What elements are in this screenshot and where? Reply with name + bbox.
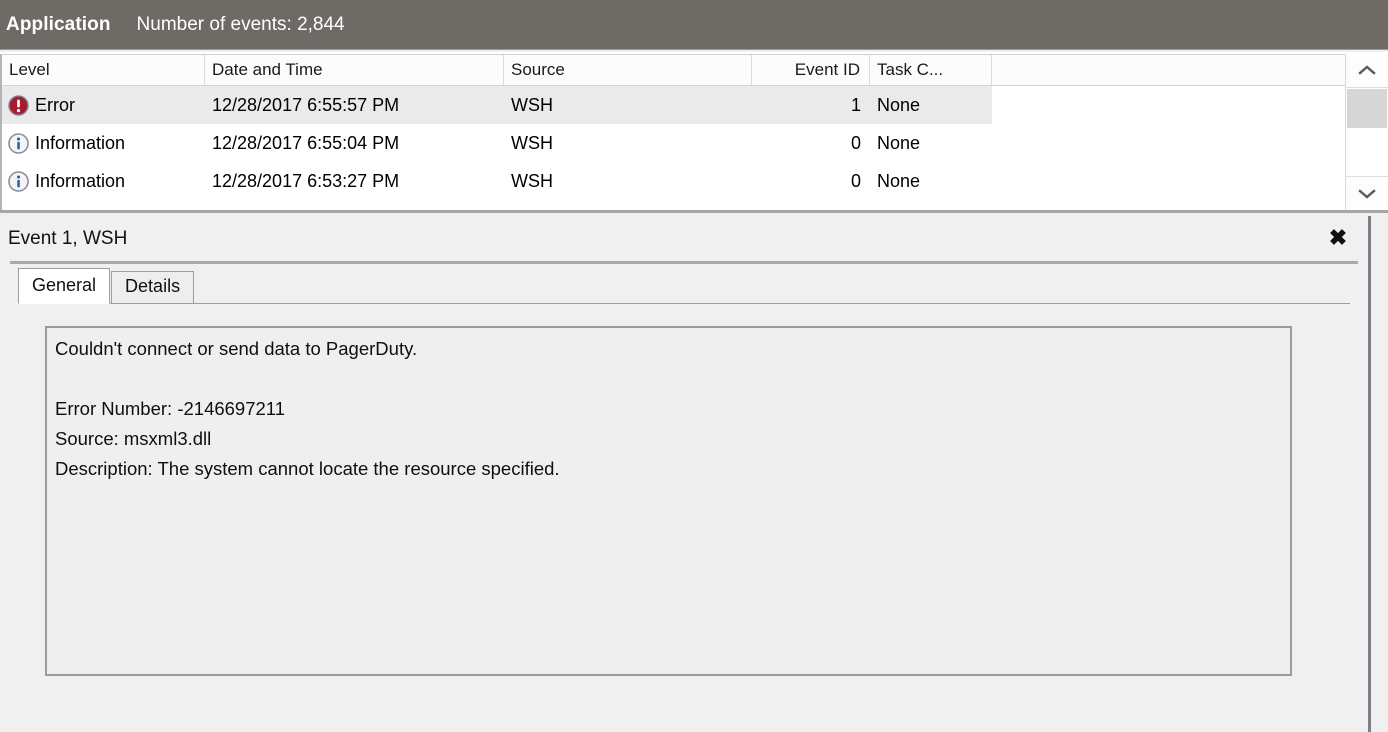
row-level-label: Information [35, 170, 126, 191]
event-viewer-window: Application Number of events: 2,844 Leve… [0, 0, 1388, 732]
table-row[interactable]: Information 12/28/2017 6:53:27 PM WSH 0 … [2, 162, 1345, 200]
column-header-level-label: Level [9, 60, 50, 79]
row-task-category-cell: None [877, 132, 921, 153]
row-datetime-cell: 12/28/2017 6:55:57 PM [205, 86, 504, 124]
row-level-label: Error [35, 94, 75, 115]
column-header-event-id[interactable]: Event ID [752, 55, 870, 85]
row-datetime-cell: 12/28/2017 6:55:04 PM [212, 132, 400, 153]
tab-general-label: General [32, 274, 97, 295]
tab-strip: General Details [0, 268, 1368, 304]
log-name-label: Application [6, 13, 111, 35]
row-level-label: Information [35, 132, 126, 153]
column-header-datetime-label: Date and Time [212, 60, 323, 79]
row-datetime-cell: 12/28/2017 6:53:27 PM [212, 170, 400, 191]
tab-general[interactable]: General [18, 268, 111, 304]
events-list-scrollbar[interactable] [1345, 54, 1388, 210]
row-source-cell: WSH [511, 170, 553, 191]
row-task-category-cell: None [877, 170, 921, 191]
row-source-cell: WSH [511, 132, 553, 153]
close-icon[interactable]: ✖ [1320, 222, 1356, 254]
event-detail-pane: Event 1, WSH ✖ General Details Couldn't … [0, 216, 1371, 732]
event-message-text: Couldn't connect or send data to PagerDu… [55, 338, 560, 479]
event-detail-title-bar: Event 1, WSH ✖ [0, 216, 1368, 262]
column-header-filler [992, 55, 1345, 85]
row-level-cell: Information [2, 162, 205, 200]
scrollbar-thumb[interactable] [1347, 89, 1387, 128]
events-grid: Level Date and Time Source Event ID Task… [0, 54, 1345, 210]
scrollbar-up-button[interactable] [1346, 54, 1388, 88]
event-message-box[interactable]: Couldn't connect or send data to PagerDu… [45, 326, 1292, 676]
log-header-bar: Application Number of events: 2,844 [0, 0, 1388, 50]
event-detail-title: Event 1, WSH [8, 228, 128, 249]
row-level-cell: Information [2, 124, 205, 162]
chevron-down-icon [1358, 189, 1376, 199]
column-header-row: Level Date and Time Source Event ID Task… [2, 55, 1345, 86]
event-count-label: Number of events: 2,844 [136, 13, 345, 35]
column-header-task-category[interactable]: Task C... [870, 55, 992, 85]
row-event-id-cell: 0 [850, 132, 861, 153]
events-list-pane: Level Date and Time Source Event ID Task… [0, 52, 1388, 213]
error-icon [8, 94, 29, 116]
row-event-id-cell: 1 [752, 86, 870, 124]
table-row[interactable]: Error 12/28/2017 6:55:57 PM WSH 1 None [2, 86, 1345, 124]
column-header-event-id-label: Event ID [794, 60, 860, 79]
column-header-level[interactable]: Level [2, 55, 205, 85]
column-header-source-label: Source [511, 60, 565, 79]
tab-details[interactable]: Details [111, 271, 195, 304]
title-divider [10, 261, 1358, 264]
column-header-source[interactable]: Source [504, 55, 752, 85]
column-header-task-category-label: Task C... [877, 60, 944, 79]
tab-panel-general: Couldn't connect or send data to PagerDu… [18, 304, 1350, 718]
chevron-up-icon [1358, 65, 1376, 75]
scrollbar-down-button[interactable] [1346, 176, 1388, 210]
tab-strip-underline [18, 303, 1350, 304]
information-icon [8, 170, 29, 192]
tab-details-label: Details [125, 276, 181, 296]
row-level-cell: Error [2, 86, 205, 124]
information-icon [8, 132, 29, 154]
column-header-datetime[interactable]: Date and Time [205, 55, 504, 85]
row-event-id-cell: 0 [850, 170, 861, 191]
row-task-category-cell: None [870, 86, 992, 124]
table-row[interactable]: Information 12/28/2017 6:55:04 PM WSH 0 … [2, 124, 1345, 162]
row-source-cell: WSH [504, 86, 752, 124]
